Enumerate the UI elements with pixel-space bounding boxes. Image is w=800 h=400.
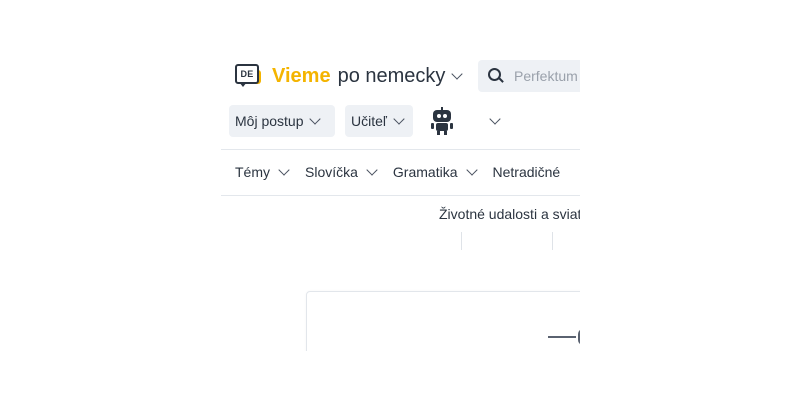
- chevron-down-icon: [278, 163, 290, 176]
- divider: [221, 149, 580, 150]
- robot-avatar-icon: [429, 107, 455, 135]
- chevron-down-icon: [451, 67, 464, 80]
- brand-switcher[interactable]: DE Vieme po nemecky: [235, 60, 464, 92]
- nav-item-label: Slovíčka: [305, 164, 358, 180]
- toggle-icon[interactable]: [548, 327, 580, 347]
- chevron-down-icon: [366, 163, 378, 176]
- teacher-label: Učiteľ: [351, 113, 387, 129]
- nav-item-label: Gramatika: [392, 164, 458, 180]
- nav-item-unconventional[interactable]: Netradičné: [493, 164, 561, 180]
- topic-title: Životné udalosti a sviatky: [439, 206, 580, 222]
- content-card: [306, 291, 580, 351]
- my-progress-label: Môj postup: [235, 113, 304, 129]
- page-viewport: DE Vieme po nemecky Môj postup Učiteľ: [221, 48, 580, 351]
- search-input[interactable]: [514, 68, 580, 84]
- main-nav: Témy Slovíčka Gramatika Netradičné: [235, 161, 577, 183]
- logo-icon: DE: [235, 64, 263, 88]
- chevron-down-icon: [309, 112, 322, 125]
- teacher-button[interactable]: Učiteľ: [345, 105, 413, 137]
- column-divider: [552, 232, 553, 250]
- chevron-down-icon: [393, 112, 405, 125]
- chevron-down-icon: [465, 163, 478, 176]
- nav-item-label: Netradičné: [492, 164, 561, 180]
- my-progress-button[interactable]: Môj postup: [229, 105, 335, 137]
- logo-text: DE: [235, 64, 259, 84]
- brand-name: Vieme: [272, 64, 331, 87]
- search-icon[interactable]: [488, 68, 504, 84]
- account-menu-button[interactable]: [429, 105, 515, 137]
- nav-item-grammar[interactable]: Gramatika: [392, 163, 478, 180]
- nav-item-topics[interactable]: Témy: [235, 163, 290, 180]
- brand-language: po nemecky: [337, 64, 446, 87]
- search-box: [478, 60, 580, 92]
- divider: [221, 195, 580, 196]
- column-divider: [461, 232, 462, 250]
- nav-item-label: Témy: [235, 164, 270, 180]
- nav-item-vocabulary[interactable]: Slovíčka: [305, 163, 378, 180]
- chevron-down-icon: [489, 112, 501, 125]
